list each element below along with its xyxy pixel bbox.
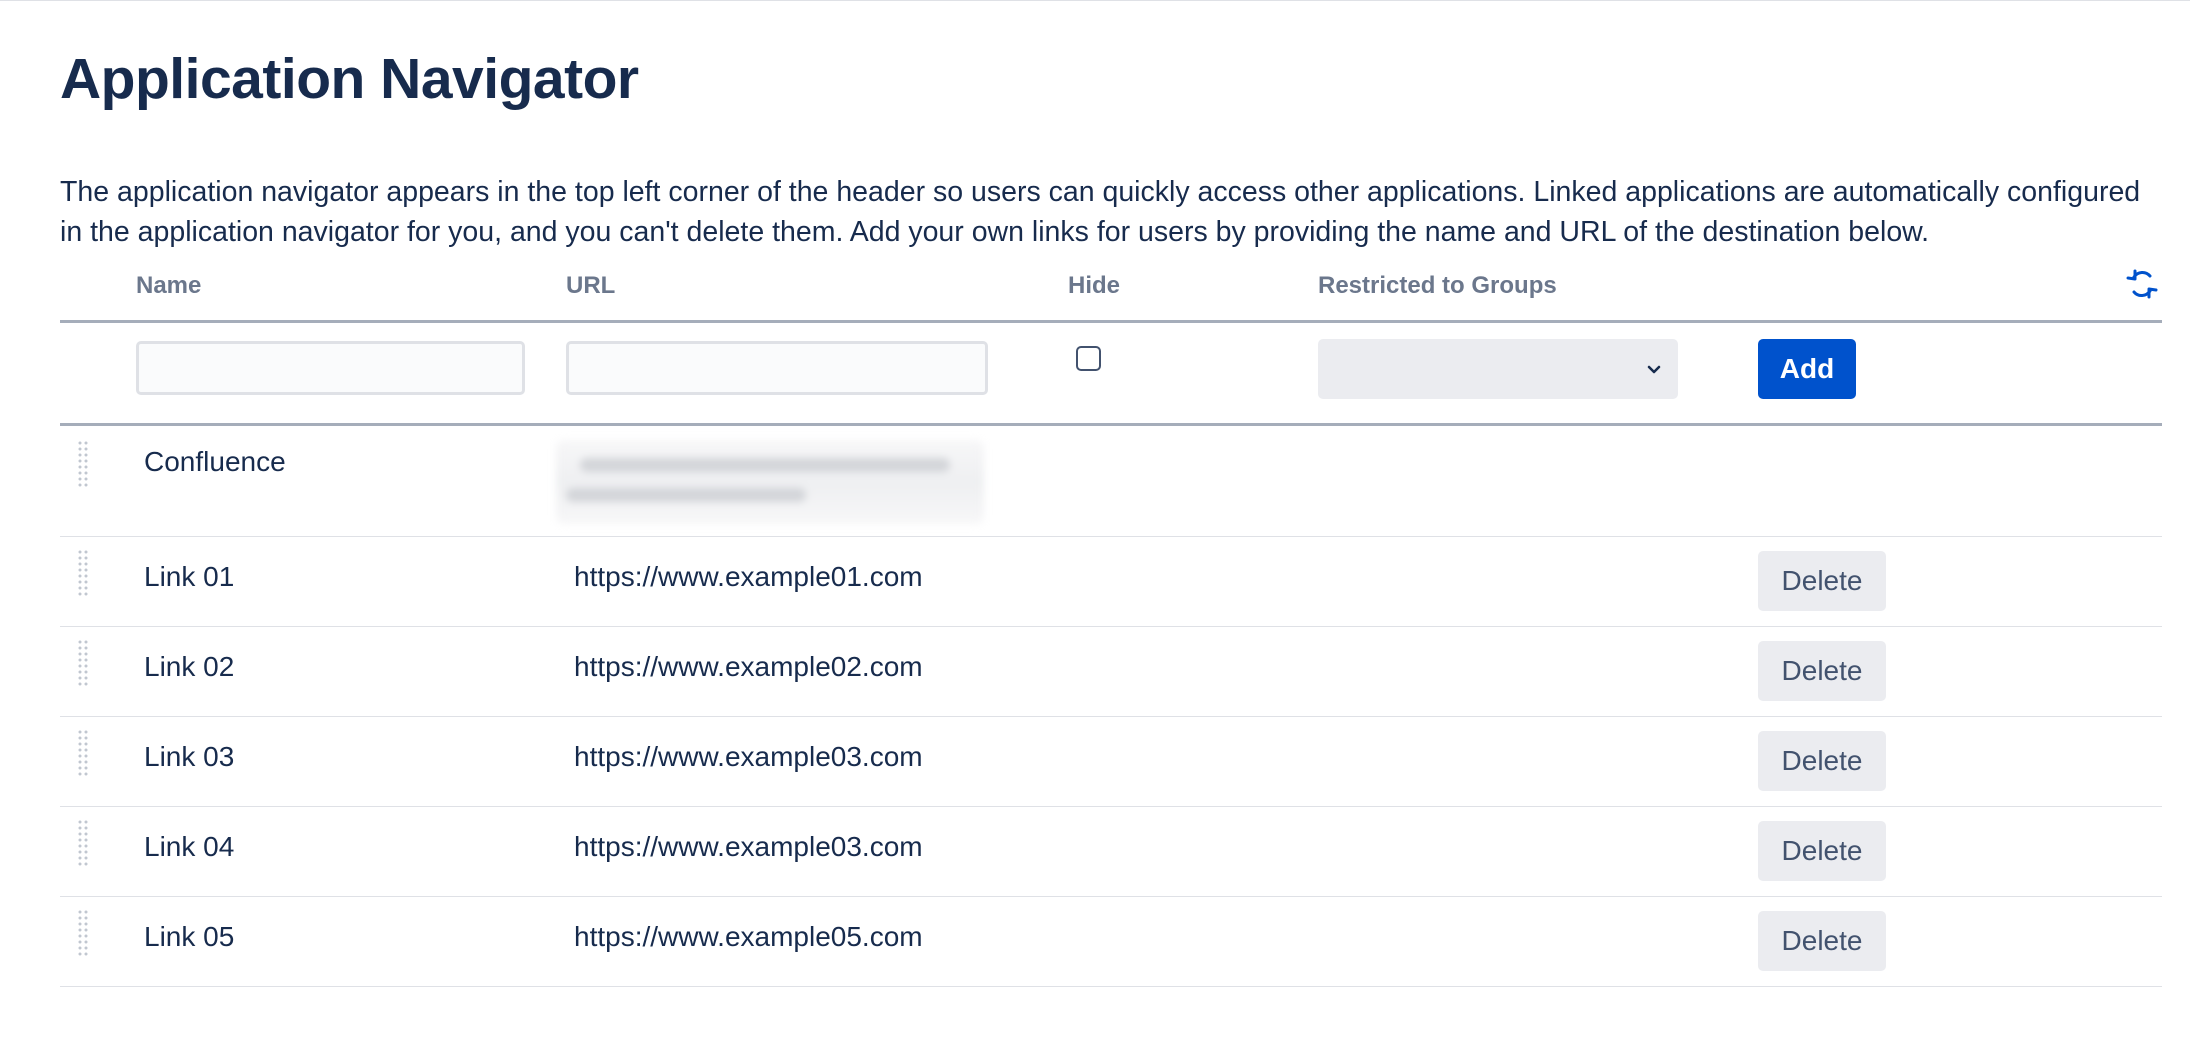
page-description: The application navigator appears in the… (60, 176, 2141, 248)
restricted-groups-select[interactable] (1318, 339, 1678, 399)
row-name: Link 02 (144, 651, 235, 682)
row-url: https://www.example03.com (574, 831, 923, 862)
add-link-form: Add (60, 323, 2162, 426)
drag-handle-icon[interactable] (76, 819, 92, 867)
add-button[interactable]: Add (1758, 339, 1856, 399)
drag-handle-icon[interactable] (76, 440, 92, 488)
refresh-icon[interactable] (2126, 268, 2158, 300)
delete-button[interactable]: Delete (1758, 641, 1886, 701)
chevron-down-icon (1647, 365, 1661, 374)
table-header: Name URL Hide Restricted to Groups (60, 262, 2162, 323)
table-row: Link 02 https://www.example02.com Delete (60, 627, 2162, 717)
row-url: https://www.example02.com (574, 651, 923, 682)
table-row: Link 01 https://www.example01.com Delete (60, 537, 2162, 627)
hide-checkbox[interactable] (1076, 346, 1101, 371)
row-url: https://www.example03.com (574, 741, 923, 772)
column-header-url: URL (566, 272, 616, 299)
name-input[interactable] (136, 341, 525, 395)
delete-button[interactable]: Delete (1758, 551, 1886, 611)
drag-handle-icon[interactable] (76, 639, 92, 687)
row-name: Link 05 (144, 921, 235, 952)
top-divider (0, 0, 2190, 1)
delete-button[interactable]: Delete (1758, 731, 1886, 791)
table-row: Link 05 https://www.example05.com Delete (60, 897, 2162, 987)
page-title: Application Navigator (60, 47, 639, 111)
column-header-restricted-groups: Restricted to Groups (1318, 272, 1557, 299)
row-name: Link 03 (144, 741, 235, 772)
delete-button[interactable]: Delete (1758, 911, 1886, 971)
drag-handle-icon[interactable] (76, 549, 92, 597)
table-row: Confluence (60, 426, 2162, 537)
column-header-hide: Hide (1068, 272, 1121, 299)
url-input[interactable] (566, 341, 988, 395)
drag-handle-icon[interactable] (76, 909, 92, 957)
row-url: https://www.example01.com (574, 561, 923, 592)
row-name: Confluence (144, 446, 286, 477)
row-url: https://www.example05.com (574, 921, 923, 952)
delete-button[interactable]: Delete (1758, 821, 1886, 881)
obscured-url (556, 440, 984, 524)
links-table: Name URL Hide Restricted to Groups Add C… (60, 262, 2162, 987)
row-name: Link 01 (144, 561, 235, 592)
drag-handle-icon[interactable] (76, 729, 92, 777)
column-header-name: Name (136, 272, 202, 299)
table-row: Link 04 https://www.example03.com Delete (60, 807, 2162, 897)
table-row: Link 03 https://www.example03.com Delete (60, 717, 2162, 807)
row-name: Link 04 (144, 831, 235, 862)
